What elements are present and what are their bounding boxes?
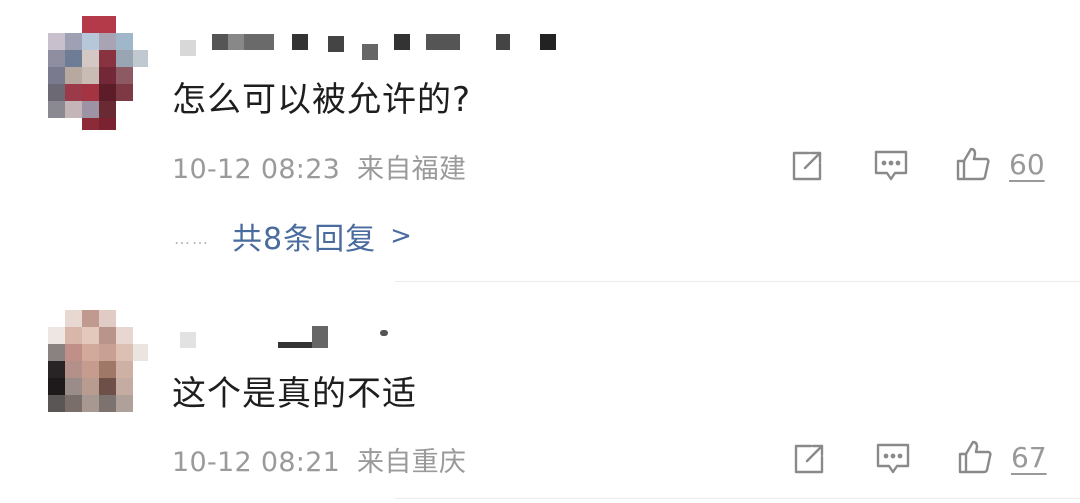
- comment-item: 怎么可以被允许的? 10-12 08:23 来自福建 60 …… 共8条回复 >: [0, 0, 1080, 282]
- comment-icon: [876, 443, 910, 474]
- thumbs-up-icon: [958, 440, 992, 474]
- thumbs-up-icon: [956, 147, 990, 181]
- replies-count-label: 共8条回复: [232, 222, 377, 257]
- share-icon: [794, 444, 824, 474]
- like-count[interactable]: 67: [1011, 441, 1047, 474]
- timestamp: 10-12 08:21: [172, 447, 341, 478]
- location: 来自福建: [357, 154, 467, 185]
- comment-text: 怎么可以被允许的?: [172, 80, 472, 120]
- divider: [395, 498, 1080, 499]
- location: 来自重庆: [357, 447, 467, 478]
- timestamp: 10-12 08:23: [172, 154, 341, 185]
- comment-button[interactable]: [873, 439, 913, 479]
- username[interactable]: [178, 324, 408, 348]
- replies-dots: ……: [174, 228, 210, 248]
- view-replies-link[interactable]: …… 共8条回复 >: [174, 213, 412, 259]
- comment-icon: [874, 150, 908, 181]
- like-button[interactable]: [955, 437, 995, 477]
- comment-button[interactable]: [871, 146, 911, 186]
- share-icon: [792, 151, 822, 181]
- chevron-right-icon: >: [390, 221, 412, 251]
- avatar[interactable]: [48, 310, 148, 424]
- like-count[interactable]: 60: [1009, 148, 1045, 181]
- comment-meta: 10-12 08:21 来自重庆: [172, 440, 466, 479]
- comment-text: 这个是真的不适: [172, 374, 417, 414]
- like-button[interactable]: [953, 144, 993, 184]
- share-button[interactable]: [787, 146, 827, 186]
- username[interactable]: [178, 30, 568, 60]
- comment-meta: 10-12 08:23 来自福建: [172, 147, 466, 186]
- comment-item: 这个是真的不适 10-12 08:21 来自重庆 67: [0, 282, 1080, 503]
- share-button[interactable]: [789, 439, 829, 479]
- avatar[interactable]: [48, 16, 148, 130]
